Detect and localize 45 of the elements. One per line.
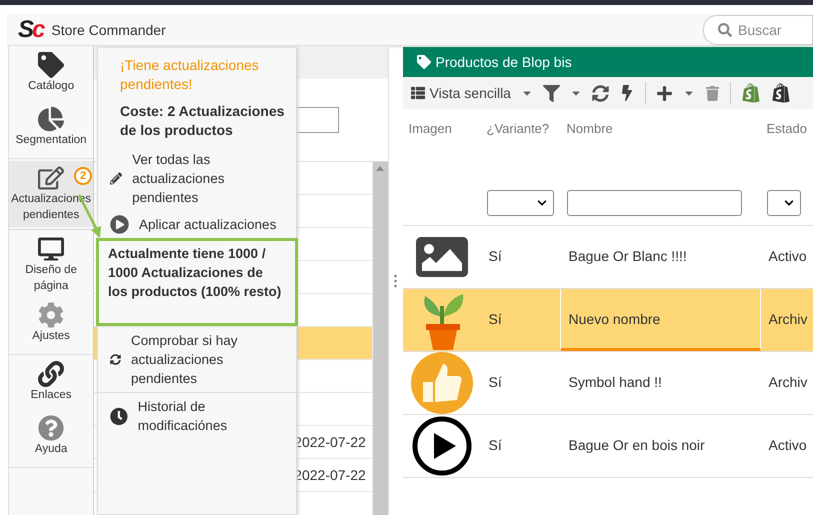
nav-item[interactable]: Ayuda: [9, 411, 94, 465]
nav-label: Enlaces: [30, 388, 72, 403]
notice-text: ¡Tiene actualizaciones pendientes!: [119, 56, 260, 94]
count-badge: 2: [74, 167, 92, 185]
table-cell-text: Activo: [768, 246, 808, 266]
search-field[interactable]: Buscar: [703, 14, 813, 44]
nav-label: Segmentation: [16, 133, 87, 148]
app-title: Store Commander: [51, 22, 166, 38]
cost-text: Coste: 2 Actualizaciones de los productos: [119, 102, 286, 140]
table-cell-text: Sí: [488, 246, 503, 266]
menu-item[interactable]: Aplicar actualizaciones: [98, 211, 296, 238]
product-row[interactable]: Sí Bague Or en bois noir Activo: [402, 415, 813, 478]
nav-item[interactable]: Diseño de página: [9, 232, 94, 298]
nav-label: Catálogo: [28, 79, 74, 94]
product-row[interactable]: Sí Symbol hand !! Archiv: [402, 352, 813, 415]
table-cell-text: Sí: [488, 372, 503, 392]
nav-label: Diseño de página: [24, 263, 78, 294]
table-cell: Sí: [480, 289, 561, 351]
column-header[interactable]: ¿Variante?: [486, 121, 555, 136]
nav-item[interactable]: Enlaces: [9, 357, 94, 411]
table-cell-text: Activo: [768, 436, 808, 454]
table-cell-text: Bague Or en bois noir: [568, 436, 706, 455]
nav-item[interactable]: Ajustes: [9, 298, 94, 352]
column-header[interactable]: Nombre: [566, 121, 755, 136]
product-row[interactable]: Sí Nuevo nombre Archiv: [402, 289, 813, 352]
nav-label: Ayuda: [34, 442, 68, 457]
view-button[interactable]: Vista sencilla: [410, 85, 511, 101]
column-header[interactable]: Estado: [766, 121, 807, 136]
table-cell-text: Archiv: [768, 372, 808, 392]
table-cell-text: Symbol hand !!: [568, 372, 663, 392]
nav-item[interactable]: Segmentation: [9, 102, 94, 156]
date-text: 2022-07-22: [294, 467, 366, 483]
nav-label: Ajustes: [32, 329, 70, 344]
logo: Sc: [18, 16, 44, 44]
menu-item[interactable]: Ver todas las actualizaciones pendientes: [98, 146, 296, 211]
usage-popup: Actualmente tiene 1000 / 1000 Actualizaciones de los productos (100% resto): [96, 238, 298, 326]
nav-item[interactable]: Catálogo: [9, 48, 94, 102]
date-text: 2022-07-22: [294, 434, 366, 450]
panel-title: Productos de Blop bis: [436, 54, 572, 70]
menu-item[interactable]: Historial de modificaciónes: [98, 392, 296, 439]
table-cell-text: Bague Or Blanc !!!!: [568, 246, 688, 266]
table-cell-text: Archiv: [768, 310, 808, 328]
column-header[interactable]: Imagen: [408, 121, 475, 136]
search-placeholder: Buscar: [738, 22, 782, 38]
table-cell-text: Sí: [488, 436, 503, 454]
